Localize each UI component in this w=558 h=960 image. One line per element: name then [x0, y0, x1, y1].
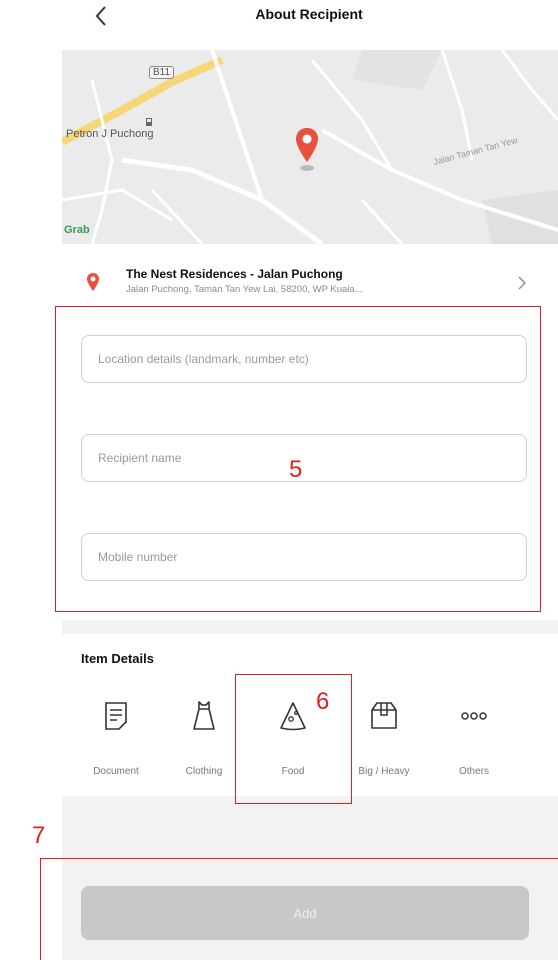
grab-watermark: Grab	[64, 224, 90, 236]
location-address: Jalan Puchong, Taman Tan Yew Lai, 58200,…	[126, 284, 363, 295]
location-title: The Nest Residences - Jalan Puchong	[126, 267, 343, 281]
category-label: Clothing	[185, 766, 223, 777]
annotation-number-food: 6	[316, 688, 330, 715]
page-title: About Recipient	[255, 6, 363, 22]
category-clothing[interactable]: Clothing	[164, 700, 244, 777]
annotation-box-add	[40, 858, 558, 960]
category-label: Others	[458, 766, 489, 777]
document-icon	[105, 702, 127, 730]
annotation-number-form: 5	[289, 456, 303, 483]
road-badge: B11	[149, 66, 175, 79]
clothing-icon	[193, 701, 215, 730]
section-divider	[62, 620, 558, 634]
annotation-number-add: 7	[32, 822, 46, 849]
more-icon	[461, 712, 487, 720]
category-big-heavy[interactable]: Big / Heavy	[344, 700, 424, 777]
map-pin-icon	[294, 126, 320, 177]
category-others[interactable]: Others	[434, 700, 514, 777]
poi-label: Petron J Puchong	[66, 128, 154, 140]
map-view[interactable]: B11 Petron J Puchong Jalan Taman Tan Yew…	[62, 50, 558, 244]
category-label: Document	[93, 766, 139, 777]
category-label: Big / Heavy	[358, 766, 410, 777]
annotation-box-food	[235, 674, 352, 804]
location-pin-icon	[86, 272, 100, 297]
item-details-title: Item Details	[81, 651, 154, 666]
box-icon	[371, 702, 397, 729]
category-document[interactable]: Document	[76, 700, 156, 777]
gas-station-icon	[144, 114, 154, 126]
chevron-right-icon	[518, 276, 526, 295]
